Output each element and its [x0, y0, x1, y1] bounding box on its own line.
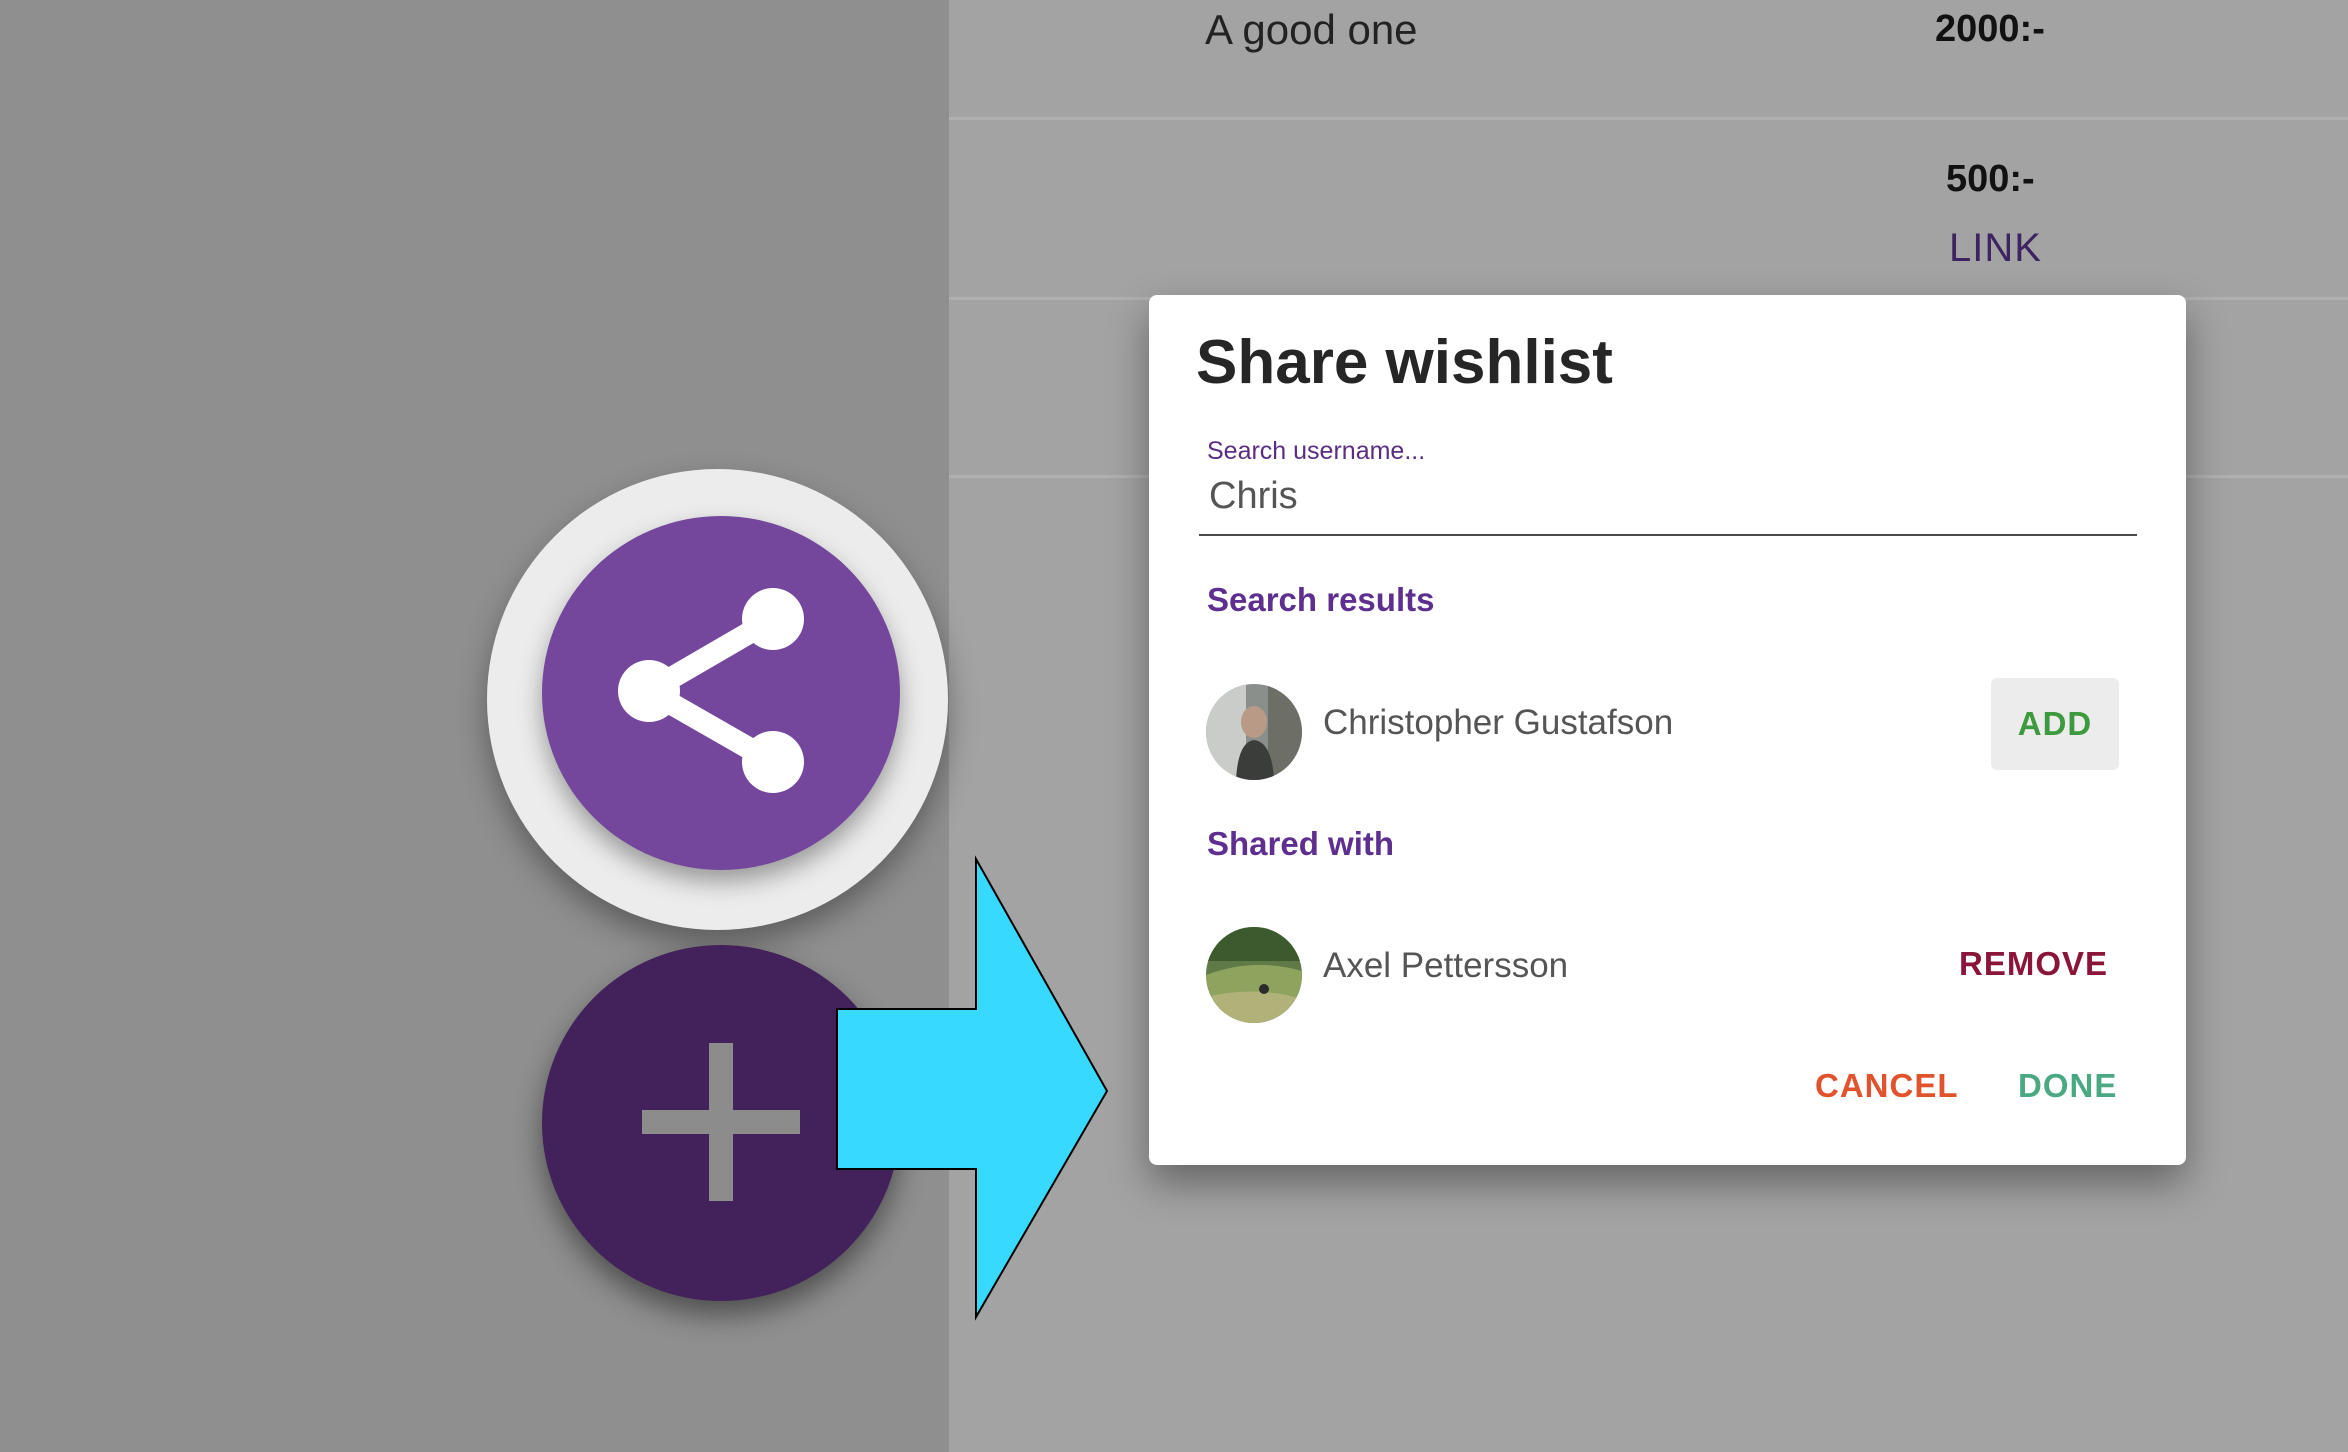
search-results-heading: Search results — [1207, 581, 1435, 618]
shared-with-heading: Shared with — [1207, 825, 1395, 862]
add-user-button[interactable]: ADD — [1991, 678, 2119, 770]
avatar — [1206, 684, 1302, 780]
shared-user-name: Axel Pettersson — [1323, 946, 1569, 985]
wishlist-item-title: A good one — [1205, 6, 1418, 53]
share-wishlist-dialog: Share wishlist Search username... Chris … — [1149, 295, 2186, 1165]
wishlist-item-price: 500:- — [1946, 158, 2035, 200]
wishlist-item-price: 2000:- — [1935, 8, 2045, 50]
cancel-button[interactable]: CANCEL — [1815, 1067, 1959, 1105]
search-result-name: Christopher Gustafson — [1323, 703, 1674, 742]
search-input-label: Search username... — [1207, 437, 1426, 465]
remove-user-button[interactable]: REMOVE — [1959, 945, 2108, 983]
list-divider — [949, 117, 2348, 120]
search-input[interactable]: Chris — [1209, 475, 1298, 518]
search-input-underline — [1199, 534, 2137, 536]
share-fab-button[interactable] — [542, 516, 900, 870]
done-button[interactable]: DONE — [2018, 1067, 2117, 1105]
wishlist-item-link[interactable]: LINK — [1949, 226, 2042, 271]
avatar — [1206, 927, 1302, 1023]
pointer-arrow-annotation — [836, 855, 1109, 1321]
dialog-title: Share wishlist — [1196, 328, 1613, 397]
share-icon — [618, 588, 804, 793]
